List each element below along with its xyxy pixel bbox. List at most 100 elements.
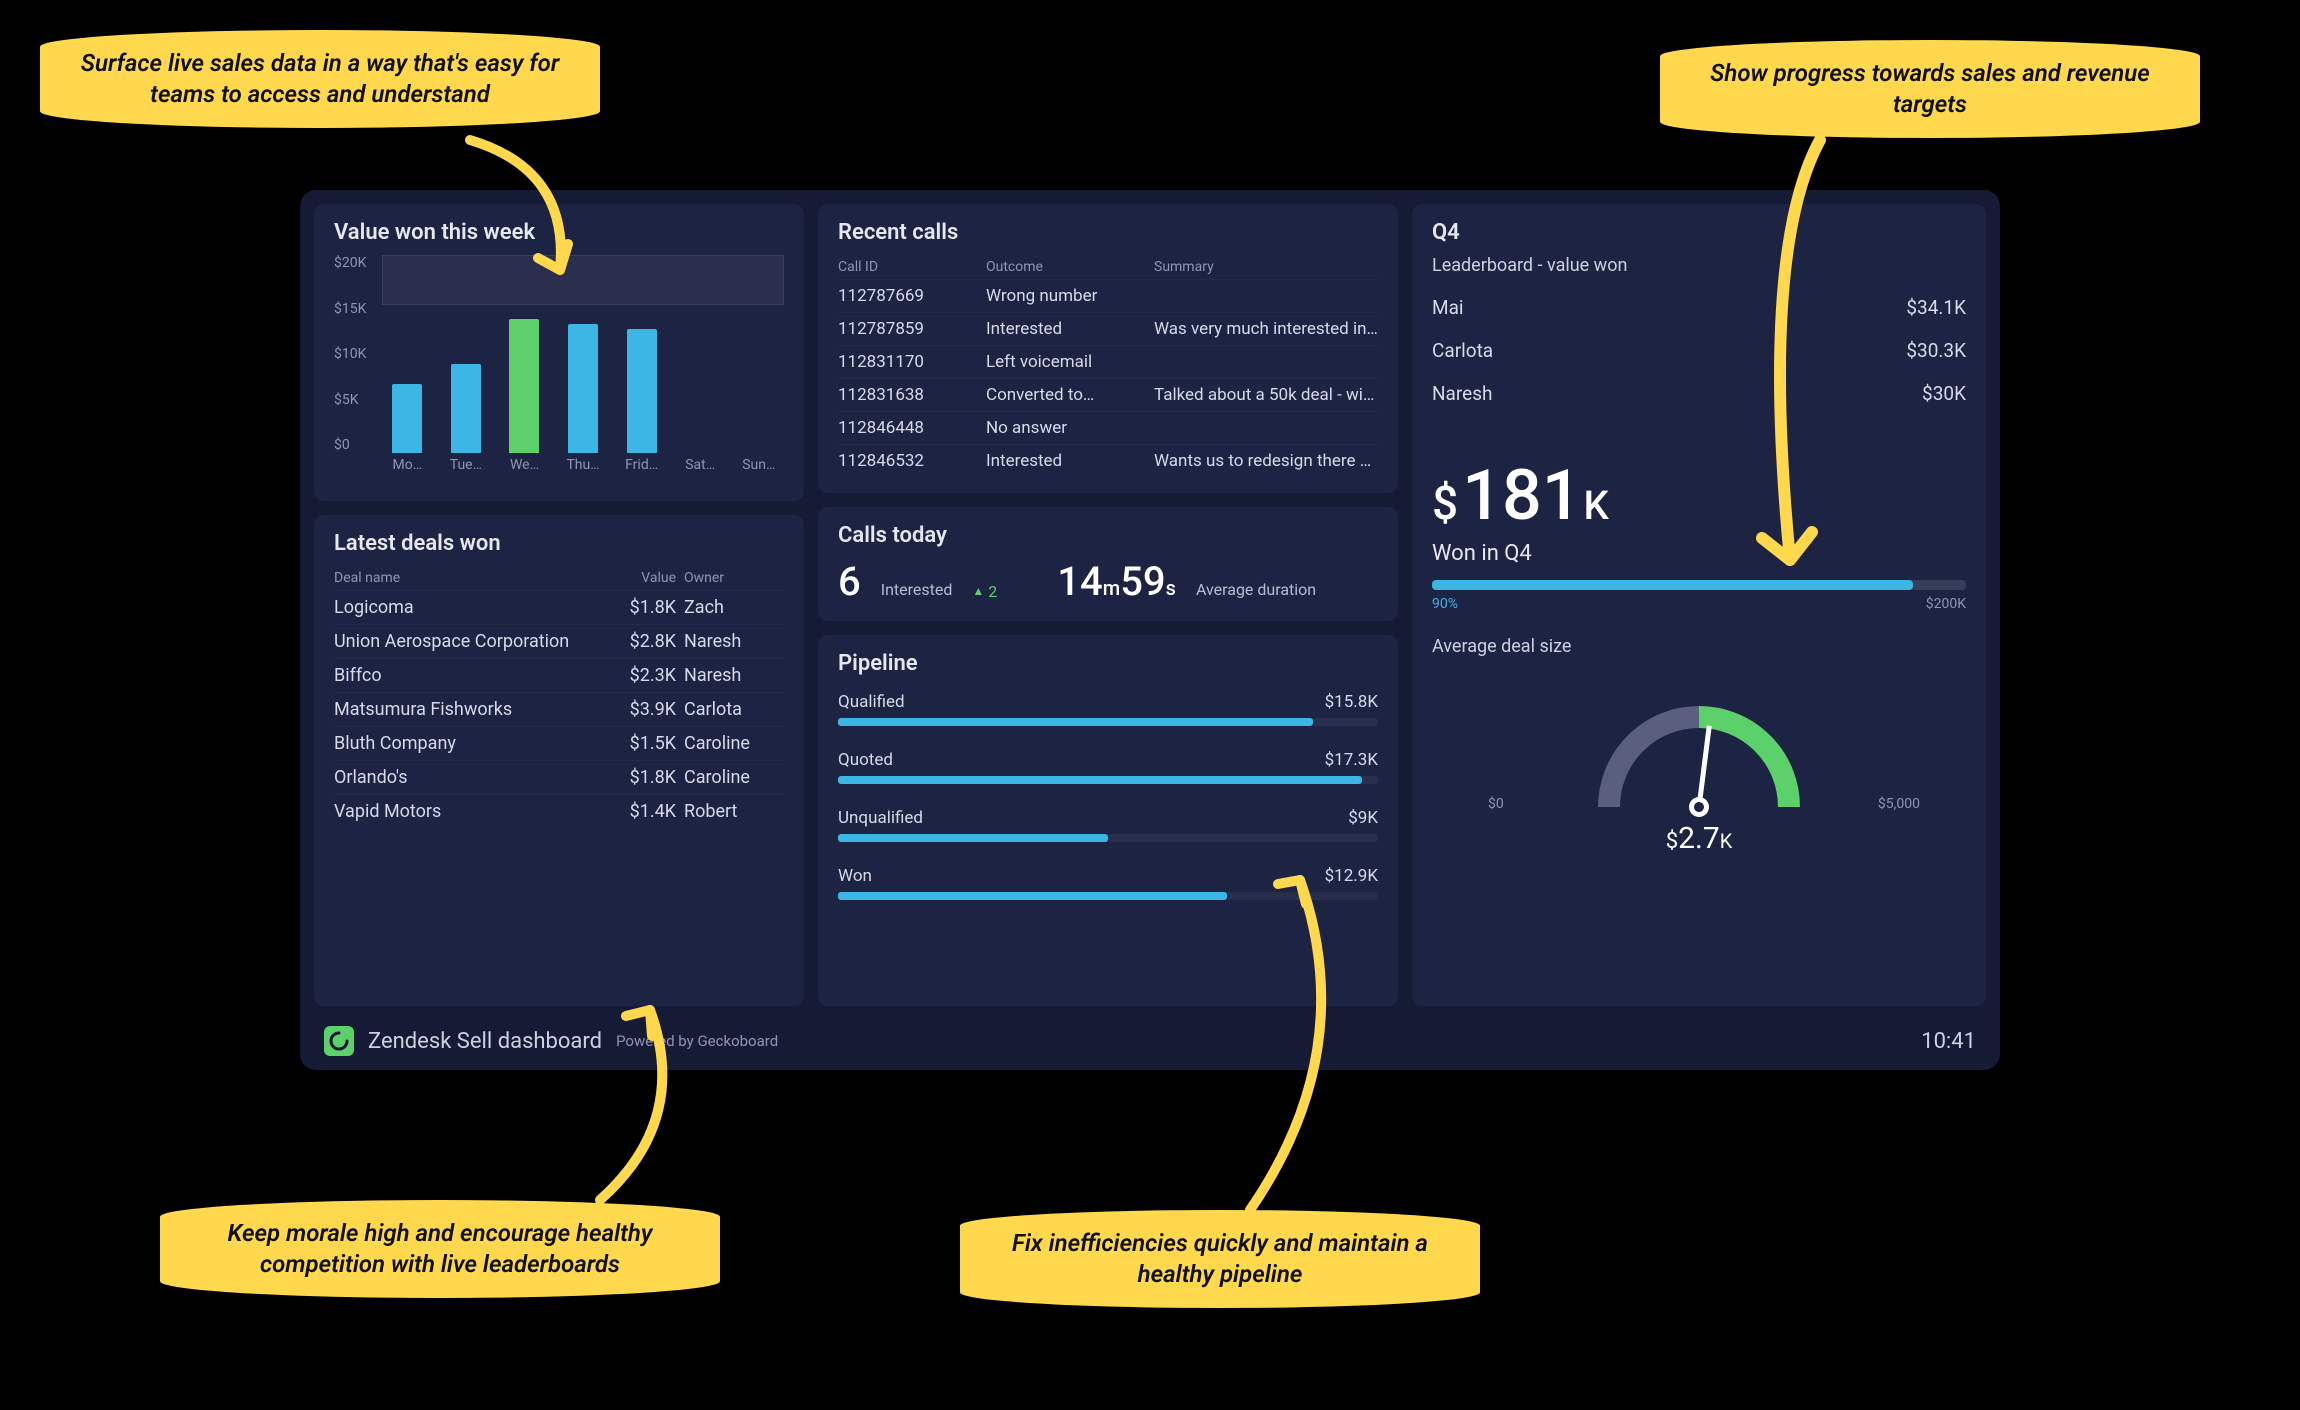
x-label: Sat… bbox=[681, 457, 720, 485]
call-outcome: Converted to… bbox=[986, 385, 1146, 405]
deal-owner: Zach bbox=[684, 597, 784, 618]
pipeline-stage-name: Unqualified bbox=[838, 808, 923, 828]
pipeline-title: Pipeline bbox=[838, 651, 1378, 676]
col-call-outcome: Outcome bbox=[986, 259, 1146, 275]
column-left: Value won this week $20K$15K$10K$5K$0 Mo… bbox=[314, 204, 804, 1006]
x-label: Mo… bbox=[388, 457, 427, 485]
value-won-chart: $20K$15K$10K$5K$0 Mo…Tue…We…Thu…Frid…Sat… bbox=[334, 255, 784, 485]
pipeline-bar bbox=[838, 718, 1313, 726]
leaderboard-row: Carlota$30.3K bbox=[1432, 329, 1966, 372]
recent-calls-panel: Recent calls Call ID Outcome Summary 112… bbox=[818, 204, 1398, 493]
call-id: 112846532 bbox=[838, 451, 978, 471]
y-tick: $0 bbox=[334, 437, 378, 453]
column-right: Q4 Leaderboard - value won Mai$34.1KCarl… bbox=[1412, 204, 1986, 1006]
callout-top-left: Surface live sales data in a way that's … bbox=[40, 30, 600, 128]
table-row: 112831638 Converted to… Talked about a 50k… bbox=[838, 378, 1378, 411]
deal-value: $1.5K bbox=[596, 733, 676, 754]
x-label: Frid… bbox=[622, 457, 661, 485]
callout-bottom-right: Fix inefficiencies quickly and maintain … bbox=[960, 1210, 1480, 1308]
y-tick: $15K bbox=[334, 301, 378, 317]
gauge-value: $2.7K bbox=[1432, 821, 1966, 856]
pipeline-stage: Unqualified $9K bbox=[838, 802, 1378, 860]
call-outcome: No answer bbox=[986, 418, 1146, 438]
deal-value: $3.9K bbox=[596, 699, 676, 720]
deal-owner: Naresh bbox=[684, 631, 784, 652]
table-row: 112787859InterestedWas very much interes… bbox=[838, 312, 1378, 345]
y-tick: $10K bbox=[334, 346, 378, 362]
leaderboard-name: Naresh bbox=[1432, 382, 1493, 405]
pipeline-stage-value: $15.8K bbox=[1325, 692, 1378, 712]
call-outcome: Interested bbox=[986, 319, 1146, 339]
latest-deals-title: Latest deals won bbox=[334, 531, 784, 556]
x-label: We… bbox=[505, 457, 544, 485]
pipeline-stage: Quoted $17.3K bbox=[838, 744, 1378, 802]
q4-title: Q4 bbox=[1432, 220, 1966, 245]
chart-bar bbox=[627, 329, 657, 453]
pipeline-stage-value: $17.3K bbox=[1325, 750, 1378, 770]
q4-panel: Q4 Leaderboard - value won Mai$34.1KCarl… bbox=[1412, 204, 1986, 1006]
col-call-id: Call ID bbox=[838, 259, 978, 275]
pipeline-bar bbox=[838, 776, 1362, 784]
leaderboard-value: $34.1K bbox=[1906, 296, 1966, 319]
won-label: Won in Q4 bbox=[1432, 541, 1966, 566]
table-row: Orlando's$1.8KCaroline bbox=[334, 760, 784, 794]
gauge-max: $5,000 bbox=[1878, 796, 1920, 812]
calls-today-count-label: Interested bbox=[881, 580, 953, 599]
calls-today-duration: 14m59s bbox=[1057, 558, 1176, 605]
deal-name: Biffco bbox=[334, 665, 588, 686]
clock: 10:41 bbox=[1921, 1029, 1976, 1054]
call-outcome: Left voicemail bbox=[986, 352, 1146, 372]
col-deal-name: Deal name bbox=[334, 570, 588, 586]
table-row: Vapid Motors$1.4KRobert bbox=[334, 794, 784, 828]
x-label: Sun… bbox=[739, 457, 778, 485]
col-deal-owner: Owner bbox=[684, 570, 784, 586]
pipeline-stage: Qualified $15.8K bbox=[838, 686, 1378, 744]
leaderboard-name: Carlota bbox=[1432, 339, 1493, 362]
deal-name: Orlando's bbox=[334, 767, 588, 788]
pipeline-stage: Won$12.9K bbox=[838, 860, 1378, 918]
call-id: 112846448 bbox=[838, 418, 978, 438]
avg-deal-gauge: $0 $5,000 $2.7K bbox=[1432, 677, 1966, 856]
pipeline-bar bbox=[838, 834, 1108, 842]
pipeline-stage-name: Quoted bbox=[838, 750, 893, 770]
call-id: 112787859 bbox=[838, 319, 978, 339]
calls-today-count: 6 bbox=[838, 558, 861, 605]
value-won-title: Value won this week bbox=[334, 220, 784, 245]
dashboard-footer: Zendesk Sell dashboard Powered by Geckob… bbox=[314, 1020, 1986, 1056]
x-label: Tue… bbox=[447, 457, 486, 485]
dashboard-name: Zendesk Sell dashboard bbox=[368, 1029, 602, 1054]
pipeline-stage-name: Qualified bbox=[838, 692, 905, 712]
pipeline-stage-value: $9K bbox=[1348, 808, 1378, 828]
call-summary: Talked about a 50k deal - will have l… bbox=[1154, 385, 1378, 405]
table-row: Biffco$2.3KNaresh bbox=[334, 658, 784, 692]
deal-name: Bluth Company bbox=[334, 733, 588, 754]
deal-name: Union Aerospace Corporation bbox=[334, 631, 588, 652]
callout-top-right: Show progress towards sales and revenue … bbox=[1660, 40, 2200, 138]
deal-owner: Carlota bbox=[684, 699, 784, 720]
deal-owner: Robert bbox=[684, 801, 784, 822]
progress-target: $200K bbox=[1926, 596, 1966, 612]
call-id: 112831170 bbox=[838, 352, 978, 372]
table-row: Union Aerospace Corporation$2.8KNaresh bbox=[334, 624, 784, 658]
call-outcome: Interested bbox=[986, 451, 1146, 471]
deal-value: $2.3K bbox=[596, 665, 676, 686]
col-deal-value: Value bbox=[596, 570, 676, 586]
q4-progress: 90% $200K bbox=[1432, 580, 1966, 612]
recent-calls-title: Recent calls bbox=[838, 220, 1378, 245]
q4-subtitle: Leaderboard - value won bbox=[1432, 255, 1966, 276]
deal-owner: Caroline bbox=[684, 733, 784, 754]
table-row: Matsumura Fishworks $3.9K Carlota bbox=[334, 692, 784, 726]
deal-name: Matsumura Fishworks bbox=[334, 699, 588, 720]
deal-value: $1.4K bbox=[596, 801, 676, 822]
column-middle: Recent calls Call ID Outcome Summary 112… bbox=[818, 204, 1398, 1006]
leaderboard-value: $30K bbox=[1922, 382, 1966, 405]
chart-bar bbox=[568, 324, 598, 453]
pipeline-stage-name: Won bbox=[838, 866, 872, 886]
y-tick: $5K bbox=[334, 392, 378, 408]
call-id: 112831638 bbox=[838, 385, 978, 405]
table-row: 112846532InterestedWants us to redesign … bbox=[838, 444, 1378, 477]
deal-value: $1.8K bbox=[596, 767, 676, 788]
table-row: 112831170 Left voicemail bbox=[838, 345, 1378, 378]
call-id: 112787669 bbox=[838, 286, 978, 306]
chart-bar bbox=[509, 319, 539, 453]
